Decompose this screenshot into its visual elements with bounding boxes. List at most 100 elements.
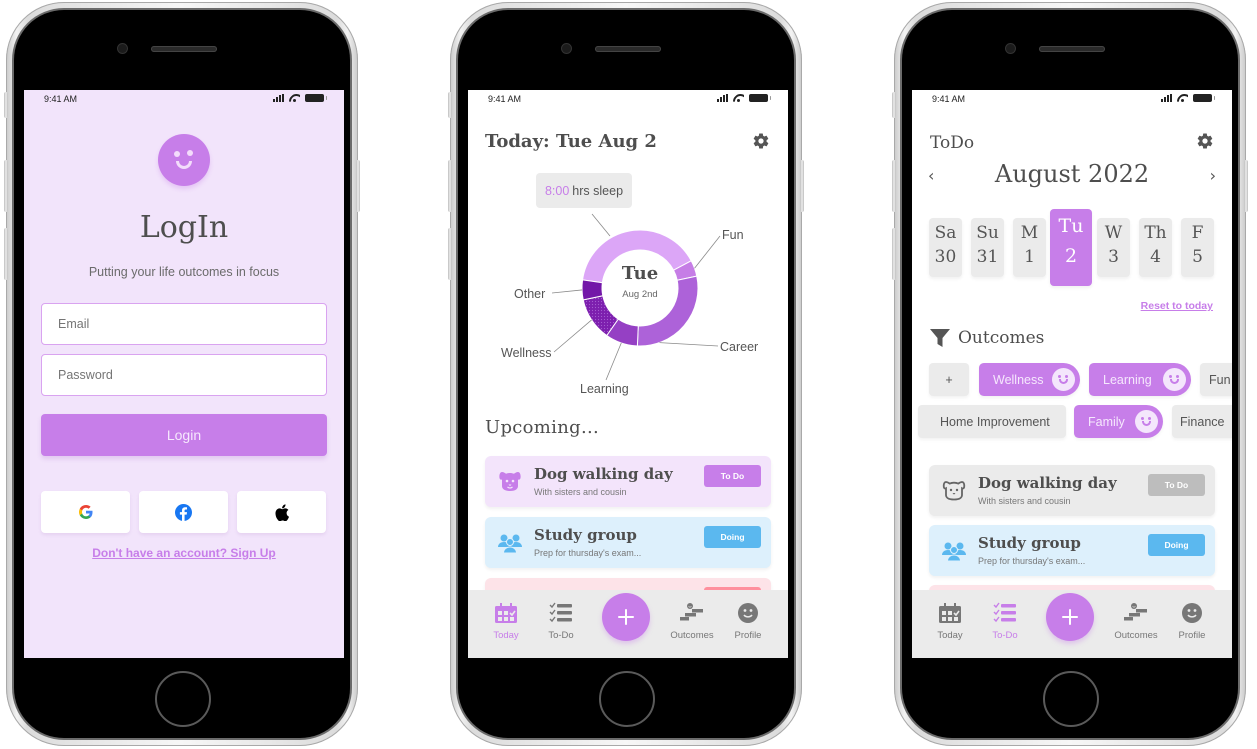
smiley-face-icon — [1182, 603, 1202, 623]
apple-login-button[interactable] — [237, 491, 326, 533]
signal-icon — [1161, 94, 1172, 102]
signup-link[interactable]: Don't have an account? Sign Up — [24, 546, 344, 560]
chevron-right-icon[interactable]: › — [1210, 166, 1216, 185]
smiley-face-icon — [738, 603, 758, 623]
login-title: LogIn — [139, 210, 229, 245]
front-camera — [562, 44, 571, 53]
task-subtitle: Prep for thursday's exam... — [978, 556, 1086, 566]
tab-profile[interactable]: Profile — [718, 602, 778, 641]
day-chip[interactable]: Sa 30 — [929, 218, 962, 277]
status-bar: 9:41 AM — [24, 90, 344, 110]
outcome-chip[interactable]: Learning — [1089, 363, 1191, 396]
dog-icon — [942, 481, 966, 501]
volume-down-button — [448, 228, 452, 280]
volume-up-button — [892, 160, 896, 212]
day-chip[interactable]: M1 — [1013, 218, 1046, 277]
tab-outcomes[interactable]: Outcomes — [662, 602, 722, 641]
day-chip[interactable]: W3 — [1097, 218, 1130, 277]
home-button[interactable] — [155, 671, 211, 727]
outcome-chip[interactable]: Home Improvement — [918, 405, 1066, 438]
tab-todo[interactable]: To-Do — [531, 602, 591, 641]
outcomes-steps-icon — [1124, 603, 1147, 621]
tab-label: To-Do — [992, 630, 1018, 641]
day-chip[interactable]: Th 4 — [1139, 218, 1172, 277]
reset-to-today-link[interactable]: Reset to today — [1141, 300, 1213, 312]
front-camera — [118, 44, 127, 53]
day-chip[interactable]: F5 — [1181, 218, 1214, 277]
sleep-annotation[interactable]: 8:00 hrs sleep — [536, 173, 632, 208]
chart-label-career: Career — [720, 340, 759, 354]
add-button[interactable] — [602, 593, 650, 641]
day-of-month: 2 — [1064, 245, 1078, 267]
power-button — [1244, 160, 1248, 212]
add-outcome-button[interactable]: + — [929, 363, 969, 396]
task-card[interactable]: Study group Prep for thursday's exam... … — [485, 517, 771, 568]
tab-today[interactable]: Today — [476, 602, 536, 641]
task-title: Study group — [534, 526, 637, 544]
power-button — [800, 160, 804, 212]
outcome-chip[interactable]: Fun — [1200, 363, 1232, 396]
phone-login: 9:41 AM LogIn Putting your life outcomes… — [0, 0, 364, 749]
smiley-face-icon — [1052, 368, 1075, 391]
earpiece-speaker — [595, 46, 661, 52]
wifi-icon — [289, 94, 300, 102]
filter-icon[interactable] — [930, 328, 950, 348]
donut-center-day: Tue — [621, 263, 659, 284]
leader-line-other — [551, 289, 583, 294]
outcome-chip-label: Finance — [1180, 414, 1225, 429]
home-button[interactable] — [599, 671, 655, 727]
tab-profile[interactable]: Profile — [1162, 602, 1222, 641]
outcomes-title: Outcomes — [958, 328, 1045, 348]
outcome-chip[interactable]: Finance — [1172, 405, 1232, 438]
tab-today[interactable]: Today — [920, 602, 980, 641]
tab-label: Profile — [734, 630, 762, 641]
google-login-button[interactable] — [41, 491, 130, 533]
task-card[interactable]: Dog walking day With sisters and cousin … — [485, 456, 771, 507]
google-icon — [78, 505, 92, 519]
chart-label-wellness: Wellness — [501, 346, 552, 360]
password-field[interactable] — [41, 354, 327, 396]
email-field[interactable] — [41, 303, 327, 345]
day-of-month: 30 — [934, 247, 957, 267]
login-button[interactable]: Login — [41, 414, 327, 456]
status-badge[interactable]: To Do — [1148, 474, 1205, 496]
status-badge[interactable]: Doing — [1148, 534, 1205, 556]
tab-todo[interactable]: To-Do — [975, 602, 1035, 641]
gear-icon[interactable] — [1196, 132, 1214, 150]
page-title: ToDo — [930, 133, 975, 153]
day-of-week: Th — [1144, 223, 1167, 243]
outcome-chip-label: Learning — [1103, 372, 1152, 387]
day-chip[interactable]: Tu 2 — [1050, 209, 1092, 286]
outcome-chip[interactable]: Wellness — [979, 363, 1080, 396]
task-title: Dog walking day — [978, 474, 1117, 492]
outcome-chip[interactable]: Family — [1074, 405, 1163, 438]
earpiece-speaker — [151, 46, 217, 52]
day-chip[interactable]: Su 31 — [971, 218, 1004, 277]
task-subtitle: Prep for thursday's exam... — [534, 548, 642, 558]
home-button[interactable] — [1043, 671, 1099, 727]
tab-label: Outcomes — [670, 630, 714, 641]
tab-outcomes[interactable]: Outcomes — [1106, 602, 1166, 641]
checklist-icon — [993, 602, 1016, 623]
outcomes-steps-icon — [680, 603, 703, 621]
task-card[interactable]: Dog walking day With sisters and cousin … — [929, 465, 1215, 516]
group-icon — [942, 542, 966, 562]
today-screen: 9:41 AM Today: Tue Aug 2 8:00 hrs sleep … — [468, 90, 788, 658]
month-label: August 2022 — [994, 160, 1150, 188]
status-badge[interactable]: Doing — [704, 526, 761, 548]
day-of-week: Sa — [934, 223, 957, 243]
add-button[interactable] — [1046, 593, 1094, 641]
facebook-icon — [175, 503, 192, 521]
donut-segment-career[interactable] — [636, 275, 699, 347]
outcome-chip-label: Wellness — [993, 372, 1044, 387]
signal-icon — [273, 94, 284, 102]
task-card[interactable]: Study group Prep for thursday's exam... … — [929, 525, 1215, 576]
facebook-login-button[interactable] — [139, 491, 228, 533]
sleep-hours: 8:00 — [544, 183, 570, 198]
status-time: 9:41 AM — [932, 94, 966, 104]
day-of-week: Su — [976, 223, 999, 243]
volume-up-button — [448, 160, 452, 212]
donut-segment-other[interactable] — [581, 279, 604, 301]
status-badge[interactable]: To Do — [704, 465, 761, 487]
task-title: Study group — [978, 534, 1081, 552]
